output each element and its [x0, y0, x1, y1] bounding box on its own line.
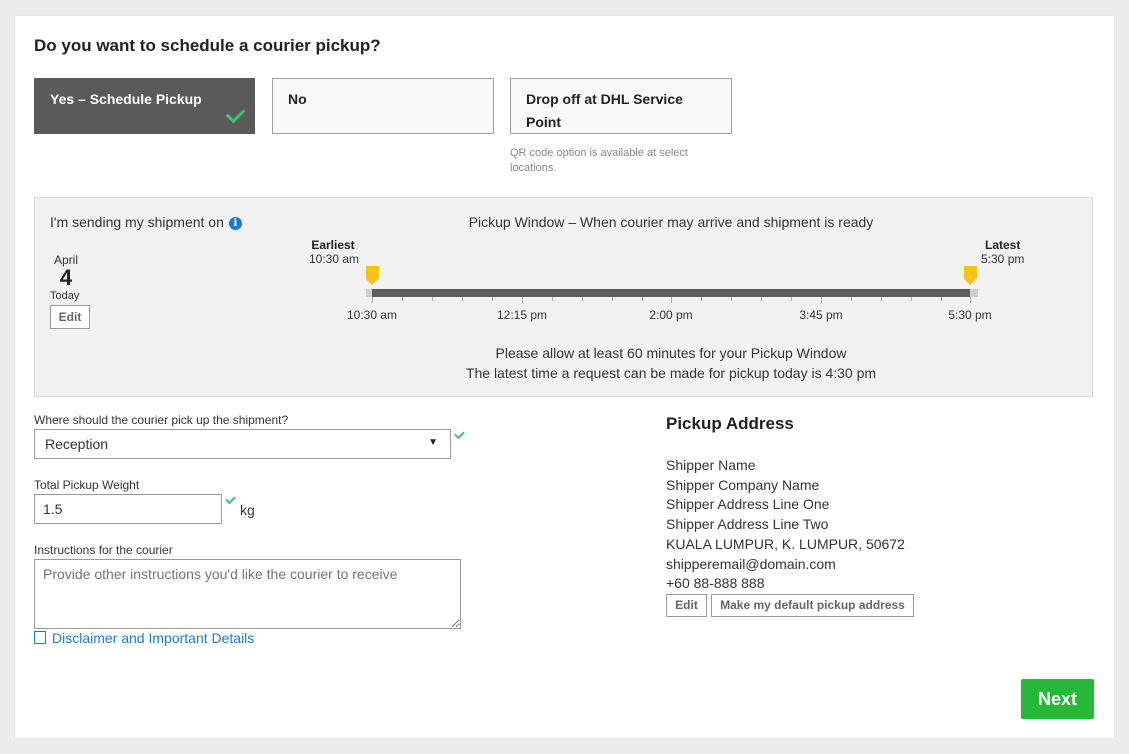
valid-check-icon	[454, 428, 465, 440]
timeline-tick	[701, 297, 702, 301]
latest-time: 5:30 pm	[981, 252, 1025, 266]
sending-label-row: I'm sending my shipment on i	[50, 214, 242, 230]
instructions-label: Instructions for the courier	[34, 543, 173, 557]
timeline-tick	[911, 297, 912, 301]
location-value: Reception	[45, 436, 109, 452]
option-label: Drop off at DHL Service Point	[526, 91, 683, 130]
dropoff-hint: QR code option is available at select lo…	[510, 147, 688, 174]
address-line: Shipper Address Line One	[666, 496, 830, 513]
location-label: Where should the courier pick up the shi…	[34, 413, 289, 427]
window-note-1: Please allow at least 60 minutes for you…	[495, 345, 847, 361]
address-line: Shipper Company Name	[666, 476, 820, 493]
timeline-tick	[402, 297, 403, 301]
make-default-address-button[interactable]: Make my default pickup address	[711, 594, 914, 617]
address-line: Shipper Name	[666, 457, 756, 473]
tick-label: 2:00 pm	[649, 308, 693, 322]
instructions-textarea[interactable]	[34, 559, 461, 629]
timeline-tick	[612, 297, 613, 301]
timeline-tick	[372, 297, 373, 303]
tick-label: 12:15 pm	[496, 308, 548, 322]
edit-note-icon	[34, 631, 46, 644]
weight-unit: kg	[240, 502, 255, 518]
address-line: Shipper Address Line Two	[666, 516, 829, 533]
tick-label: 10:30 am	[346, 308, 398, 322]
date-note: Today	[50, 290, 80, 302]
window-title: Pickup Window – When courier may arrive …	[468, 214, 874, 230]
disclaimer-link-label: Disclaimer and Important Details	[52, 630, 255, 646]
timeline-tick	[821, 297, 822, 303]
option-no[interactable]: No	[272, 78, 494, 134]
chevron-down-icon: ▼	[428, 437, 438, 448]
pickup-card: Do you want to schedule a courier pickup…	[15, 16, 1114, 738]
timeline-tick	[731, 297, 732, 301]
option-label: No	[288, 91, 307, 107]
timeline-tick	[851, 297, 852, 301]
tick-label: 5:30 pm	[948, 308, 992, 322]
weight-input[interactable]	[34, 494, 222, 524]
timeline-tick	[582, 297, 583, 301]
page-title: Do you want to schedule a courier pickup…	[34, 36, 381, 55]
weight-label: Total Pickup Weight	[34, 478, 140, 492]
pickup-address-block: Shipper Name Shipper Company Name Shippe…	[666, 456, 905, 594]
timeline-tick	[761, 297, 762, 301]
option-label: Yes – Schedule Pickup	[50, 91, 202, 107]
timeline-tick	[522, 297, 523, 303]
date-day: 4	[59, 265, 73, 290]
address-line: shipperemail@domain.com	[666, 555, 836, 572]
timeline-tick	[432, 297, 433, 301]
earliest-marker-handle[interactable]	[366, 266, 379, 285]
latest-label: Latest	[985, 238, 1021, 252]
location-select[interactable]: Reception ▼	[34, 429, 451, 459]
address-line: KUALA LUMPUR, K. LUMPUR, 50672	[666, 535, 905, 552]
timeline-tick	[671, 297, 672, 303]
checkmark-icon	[225, 103, 246, 124]
timeline-tick	[970, 297, 971, 303]
tick-label: 3:45 pm	[799, 308, 843, 322]
pickup-address-title: Pickup Address	[666, 414, 794, 433]
timeline-tick	[791, 297, 792, 301]
info-icon[interactable]: i	[228, 217, 242, 230]
edit-date-button[interactable]: Edit	[50, 305, 90, 329]
timeline-tick	[552, 297, 553, 301]
earliest-time: 10:30 am	[308, 252, 360, 266]
earliest-label: Earliest	[311, 238, 355, 252]
timeline-tick	[642, 297, 643, 301]
disclaimer-link[interactable]: Disclaimer and Important Details	[34, 630, 254, 646]
edit-address-button[interactable]: Edit	[666, 594, 707, 617]
timeline-tick	[462, 297, 463, 301]
sending-label: I'm sending my shipment on	[50, 214, 224, 230]
timeline-tick	[881, 297, 882, 301]
valid-check-icon	[225, 493, 236, 505]
latest-marker-handle[interactable]	[964, 266, 977, 285]
timeline-tick	[941, 297, 942, 301]
pickup-window-panel: I'm sending my shipment on i April 4 Toda…	[34, 197, 1093, 397]
timeline-selected-range	[372, 289, 970, 297]
option-drop-off[interactable]: Drop off at DHL Service Point	[510, 78, 732, 134]
window-note-2: The latest time a request can be made fo…	[465, 365, 877, 381]
option-yes-schedule-pickup[interactable]: Yes – Schedule Pickup	[34, 78, 255, 134]
next-button[interactable]: Next	[1021, 679, 1094, 719]
timeline-tick	[492, 297, 493, 301]
address-line: +60 88-888 888	[666, 575, 765, 592]
